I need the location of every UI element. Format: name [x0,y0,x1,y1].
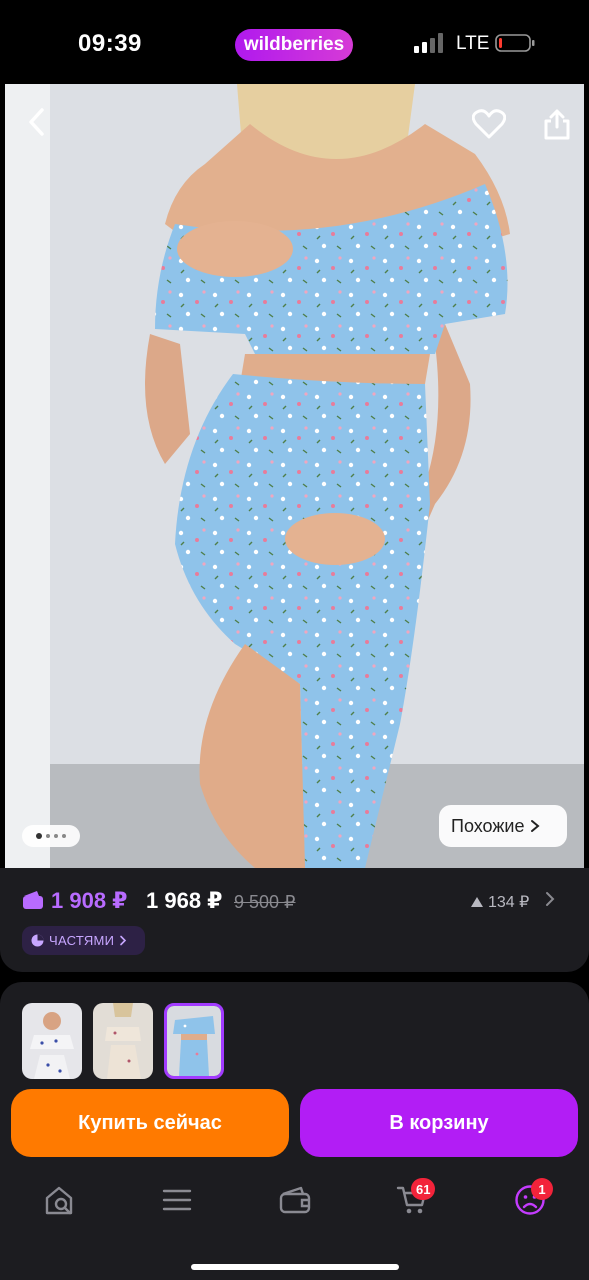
bottom-panel: Купить сейчас В корзину 61 1 [0,982,589,1280]
variant-image [93,1003,153,1079]
variant-thumbnail[interactable] [93,1003,153,1079]
profile-badge: 1 [531,1178,553,1200]
status-bar: 09:39 wildberries LTE [0,0,589,84]
price-change-value: 134 ₽ [488,894,530,911]
pie-icon [31,934,44,947]
home-search-icon [45,1186,73,1215]
network-label: LTE [456,33,490,54]
old-price: 9 500 ₽ [234,892,296,912]
variant-thumbnail[interactable] [22,1003,82,1079]
share-icon [544,109,570,140]
price-change[interactable]: 134 ₽ [470,892,529,912]
regular-price: 1 968 ₽ [146,888,223,913]
nav-home[interactable] [40,1180,80,1220]
battery-icon [495,34,535,52]
favorite-button[interactable] [467,102,511,146]
wallet-icon [279,1186,311,1214]
gallery-dot [62,834,66,838]
installments-badge[interactable]: ЧАСТЯМИ [22,926,145,955]
variant-thumbnail-selected[interactable] [164,1003,224,1079]
chevron-right-icon [531,820,541,832]
home-indicator [191,1264,399,1270]
clock: 09:39 [78,30,142,57]
share-button[interactable] [535,102,579,146]
menu-icon [162,1189,192,1211]
gallery-dot [36,833,42,839]
heart-icon [472,109,506,139]
product-photo[interactable]: Похожие [5,84,584,868]
similar-label: Похожие [451,815,525,836]
add-to-cart-button[interactable]: В корзину [300,1089,578,1157]
chevron-right-icon[interactable] [544,890,556,908]
gallery-dot [54,834,58,838]
back-icon [29,108,44,136]
chevron-right-icon [120,935,127,946]
wallet-icon [23,891,43,909]
cart-badge: 61 [411,1178,436,1200]
back-button[interactable] [15,100,59,144]
nav-catalog[interactable] [157,1180,197,1220]
triangle-up-icon [471,897,483,907]
variant-image [167,1006,221,1076]
price-card: 1 908 ₽ 1 968 ₽ 9 500 ₽ 134 ₽ ЧАСТЯМИ [0,868,589,972]
installments-label: ЧАСТЯМИ [49,933,115,948]
brand-logo: wildberries [235,29,353,61]
variant-image [22,1003,82,1079]
gallery-dot [46,834,50,838]
nav-wallet[interactable] [275,1180,315,1220]
wallet-price: 1 908 ₽ [51,888,128,913]
product-image [5,84,584,868]
signal-icon [414,33,443,53]
buy-now-button[interactable]: Купить сейчас [11,1089,289,1157]
gallery-indicator [22,825,80,847]
similar-button[interactable]: Похожие [439,805,567,847]
